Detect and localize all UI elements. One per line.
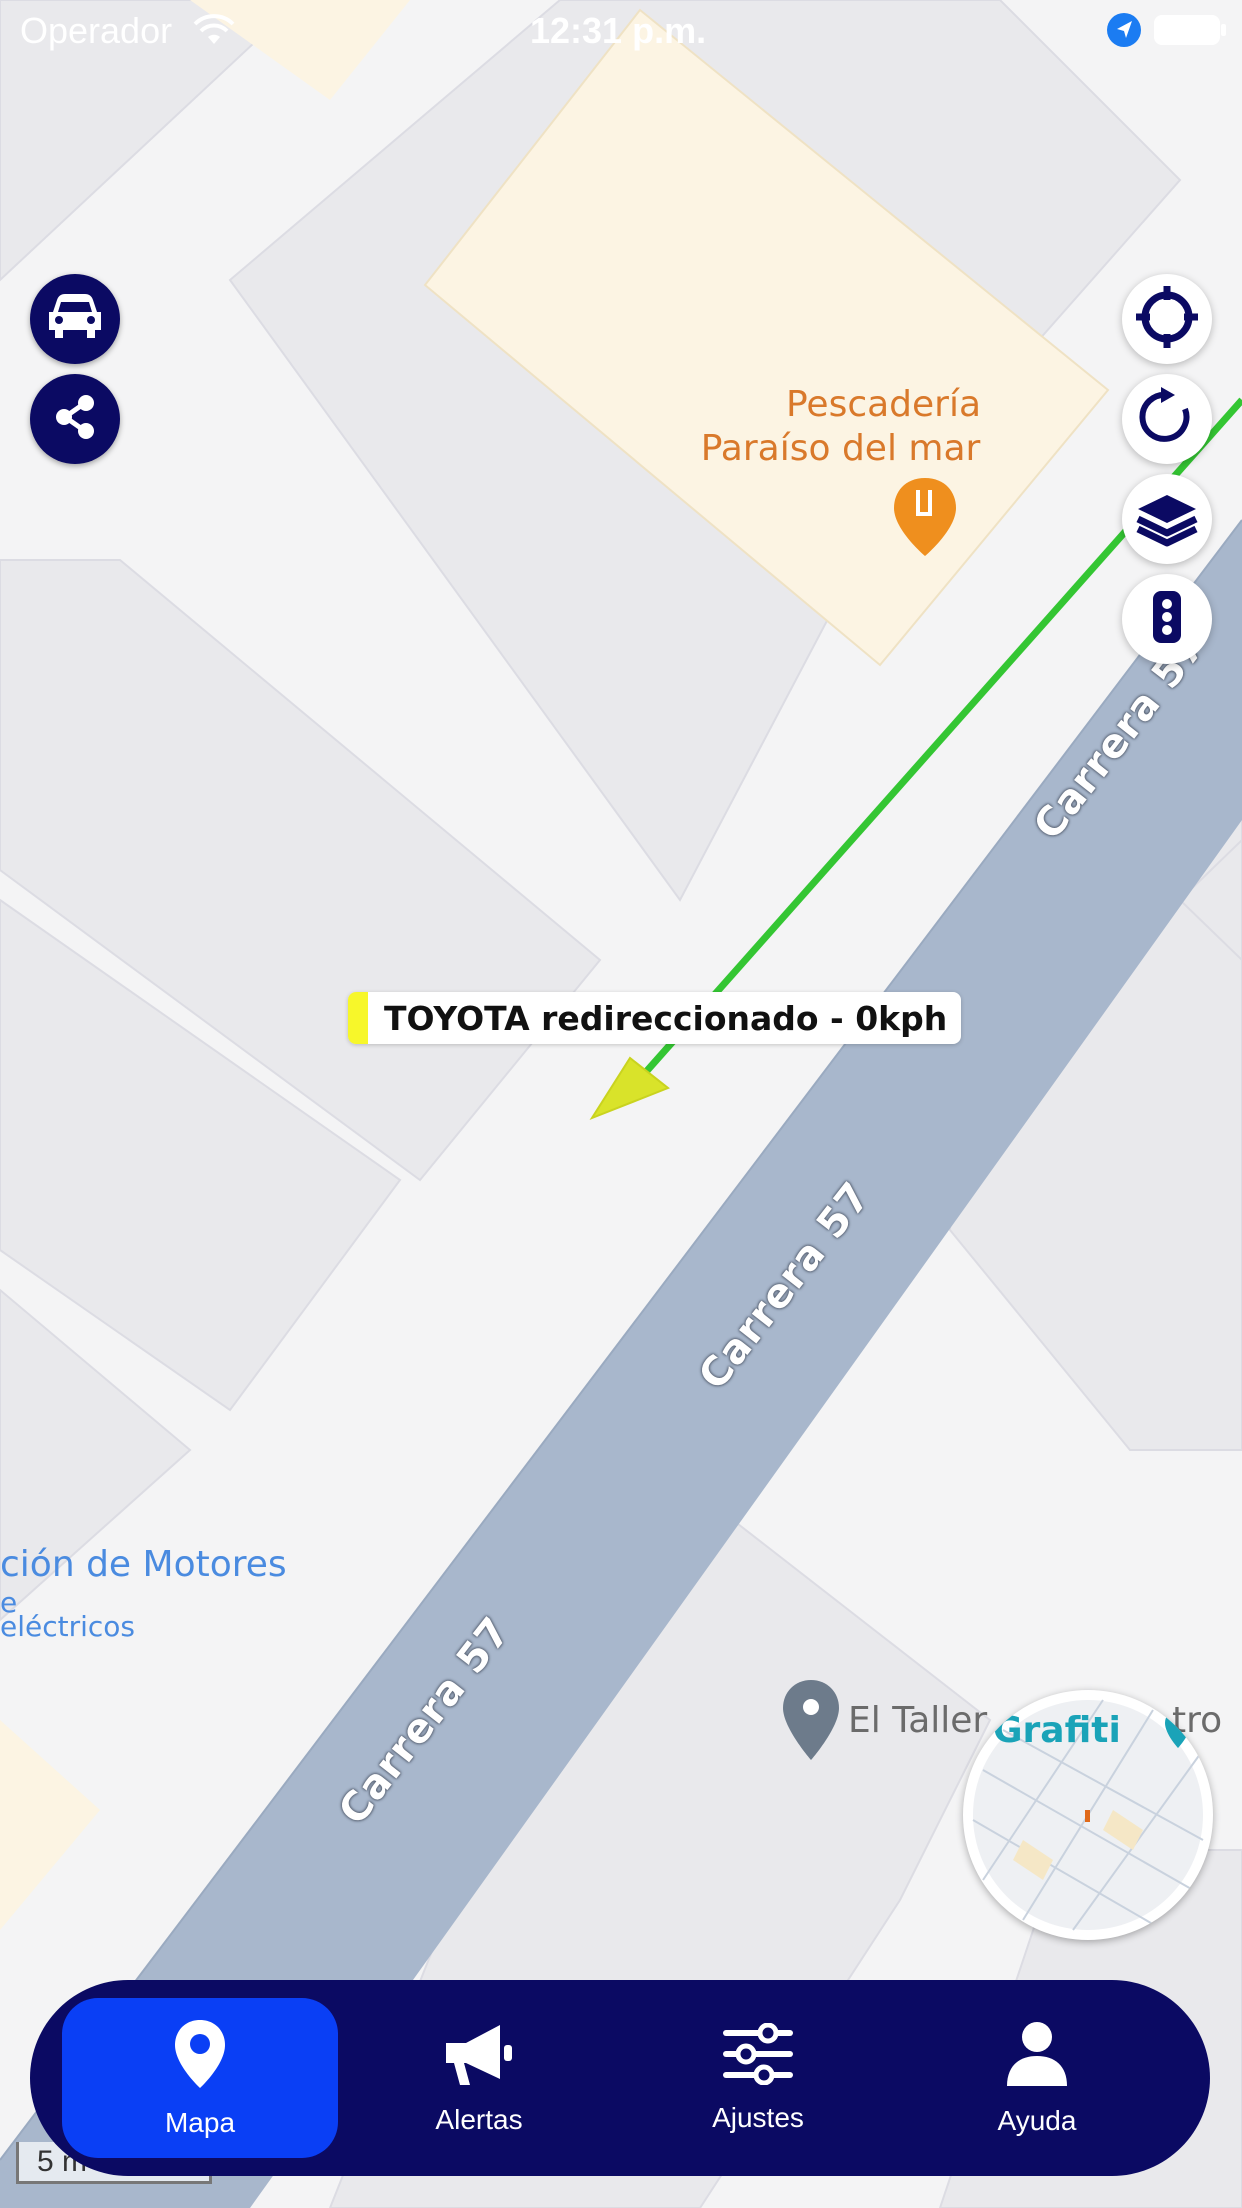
status-bar: Operador 12:31 p.m. — [0, 0, 1242, 62]
location-arrow-icon — [1106, 12, 1142, 53]
wifi-icon — [192, 14, 236, 51]
car-icon — [45, 292, 105, 347]
bottom-nav: Mapa Alertas Ajustes Ayuda — [30, 1980, 1210, 2176]
minimap[interactable]: Grafiti — [963, 1690, 1213, 1940]
poi-motors-line1: ción de Motores — [0, 1544, 287, 1585]
poi-restaurant-line2: Paraíso del mar — [700, 428, 981, 469]
map-pin-icon — [172, 2018, 228, 2095]
crosshair-icon — [1134, 284, 1200, 355]
poi-motors-line3: eléctricos — [0, 1610, 136, 1643]
minimap-poi-grafiti: Grafiti — [993, 1710, 1121, 1751]
center-location-button[interactable] — [1122, 274, 1212, 364]
share-icon — [51, 393, 99, 446]
traffic-button[interactable] — [1122, 574, 1212, 664]
carrier-label: Operador — [20, 10, 173, 51]
nav-label-mapa: Mapa — [164, 2106, 236, 2138]
layers-icon — [1134, 487, 1200, 552]
nav-item-alertas[interactable]: Alertas — [341, 1998, 617, 2158]
nav-label-alertas: Alertas — [435, 2103, 523, 2135]
nav-label-ajustes: Ajustes — [712, 2101, 804, 2133]
nav-item-ajustes[interactable]: Ajustes — [620, 1998, 896, 2158]
user-icon — [1005, 2020, 1069, 2093]
minimap-pin-icon — [1163, 1708, 1193, 1755]
nav-item-mapa[interactable]: Mapa — [62, 1998, 338, 2158]
poi-restaurant-line1: Pescadería — [786, 384, 982, 425]
share-button[interactable] — [30, 374, 120, 464]
status-time: 12:31 p.m. — [530, 10, 707, 51]
poi-taller-name[interactable]: El Taller — [848, 1700, 987, 1741]
traffic-light-icon — [1152, 590, 1182, 649]
vehicles-button[interactable] — [30, 274, 120, 364]
vehicle-label-text: TOYOTA redireccionado - 0kph — [384, 998, 948, 1038]
battery-icon — [1154, 14, 1228, 51]
sliders-icon — [722, 2022, 794, 2090]
refresh-button[interactable] — [1122, 374, 1212, 464]
vehicle-status-stripe — [348, 992, 368, 1044]
nav-item-ayuda[interactable]: Ayuda — [899, 1998, 1175, 2158]
poi-restaurant-name[interactable]: Pescadería Paraíso del mar — [700, 383, 981, 471]
minimap-vehicle-marker — [1085, 1810, 1090, 1822]
map-layers-button[interactable] — [1122, 474, 1212, 564]
vehicle-label[interactable]: TOYOTA redireccionado - 0kph — [348, 992, 962, 1044]
megaphone-icon — [442, 2021, 516, 2092]
nav-label-ayuda: Ayuda — [997, 2104, 1077, 2136]
refresh-icon — [1137, 386, 1197, 452]
poi-motors-name[interactable]: ción de Motores e eléctricos — [0, 1543, 287, 1643]
